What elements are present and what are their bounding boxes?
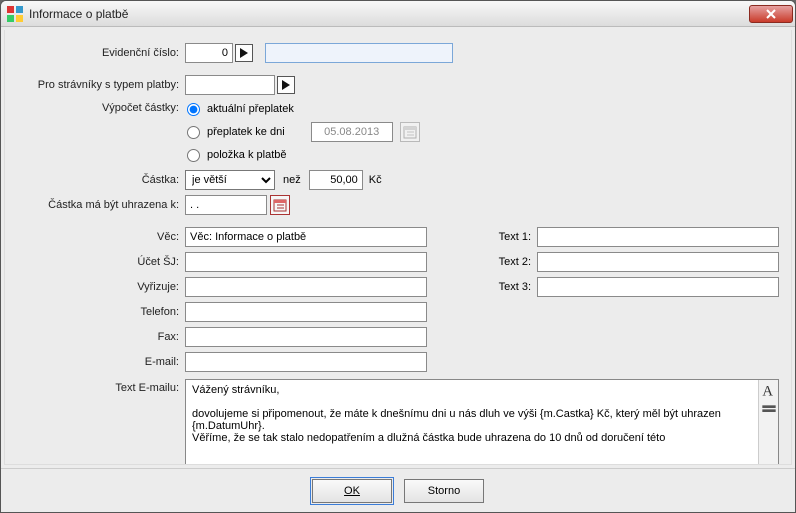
close-icon — [766, 9, 776, 19]
radio-preplatek-ke-dni-input[interactable] — [187, 126, 200, 139]
due-date-picker-button[interactable] — [270, 195, 290, 215]
label-vypocet-castky: Výpočet částky: — [17, 99, 185, 114]
label-telefon: Telefon: — [17, 306, 185, 318]
radio-preplatek-ke-dni[interactable]: přeplatek ke dni — [187, 126, 285, 139]
castka-amount-input[interactable] — [309, 170, 363, 190]
window-title: Informace o platbě — [29, 7, 749, 21]
label-text-emailu: Text E-mailu: — [17, 379, 185, 394]
preplatek-date-input — [311, 122, 393, 142]
dialog-window: Informace o platbě Evidenční číslo: Pro … — [0, 0, 796, 513]
label-vec: Věc: — [17, 231, 185, 243]
fax-input[interactable] — [185, 327, 427, 347]
label-fax: Fax: — [17, 331, 185, 343]
text2-input[interactable] — [537, 252, 779, 272]
radio-aktualni-preplatek-input[interactable] — [187, 103, 200, 116]
cancel-button[interactable]: Storno — [404, 479, 484, 503]
ucet-input[interactable] — [185, 252, 427, 272]
dialog-buttons: OK Storno — [1, 468, 795, 512]
radio-polozka-k-platbe[interactable]: položka k platbě — [187, 145, 420, 165]
radio-polozka-k-platbe-input[interactable] — [187, 149, 200, 162]
email-body-wrap: Vážený strávníku, dovolujeme si připomen… — [185, 379, 779, 465]
telefon-input[interactable] — [185, 302, 427, 322]
app-icon — [7, 6, 23, 22]
typ-platby-input[interactable] — [185, 75, 275, 95]
ok-button[interactable]: OK — [312, 479, 392, 503]
label-evidencni-cislo: Evidenční číslo: — [17, 47, 185, 59]
label-nez: než — [275, 174, 309, 186]
due-date-input[interactable] — [185, 195, 267, 215]
text3-input[interactable] — [537, 277, 779, 297]
vypocet-radio-group: aktuální přeplatek přeplatek ke dni pol — [185, 99, 420, 165]
label-vyrizuje: Vyřizuje: — [17, 281, 185, 293]
label-ucet: Účet ŠJ: — [17, 256, 185, 268]
titlebar: Informace o platbě — [1, 1, 795, 27]
label-castka-uhrazena: Částka má být uhrazena k: — [17, 199, 185, 211]
label-typ-platby: Pro strávníky s typem platby: — [17, 79, 185, 91]
preplatek-date-picker-button — [400, 122, 420, 142]
label-email: E-mail: — [17, 356, 185, 368]
typ-platby-lookup-button[interactable] — [277, 76, 295, 94]
radio-aktualni-preplatek-label: aktuální přeplatek — [207, 103, 294, 115]
vyrizuje-input[interactable] — [185, 277, 427, 297]
evidencni-cislo-display[interactable] — [265, 43, 453, 63]
email-body-textarea[interactable]: Vážený strávníku, dovolujeme si připomen… — [186, 380, 758, 465]
editor-tools: A — [758, 380, 778, 465]
email-input[interactable] — [185, 352, 427, 372]
label-kc: Kč — [363, 174, 382, 186]
editor-expand-button[interactable] — [761, 400, 777, 416]
text1-input[interactable] — [537, 227, 779, 247]
calendar-icon — [273, 198, 287, 212]
evidencni-cislo-input[interactable] — [185, 43, 233, 63]
play-icon — [282, 80, 290, 90]
form-area: Evidenční číslo: Pro strávníky s typem p… — [4, 30, 792, 465]
label-text1: Text 1: — [473, 231, 531, 243]
ok-button-label: OK — [344, 485, 360, 497]
close-button[interactable] — [749, 5, 793, 23]
vec-input[interactable] — [185, 227, 427, 247]
radio-aktualni-preplatek[interactable]: aktuální přeplatek — [187, 99, 420, 119]
radio-polozka-k-platbe-label: položka k platbě — [207, 149, 287, 161]
svg-text:A: A — [762, 383, 773, 398]
label-text3: Text 3: — [473, 281, 531, 293]
castka-comparator-select[interactable]: je větší — [185, 170, 275, 190]
play-icon — [240, 48, 248, 58]
label-text2: Text 2: — [473, 256, 531, 268]
radio-preplatek-ke-dni-label: přeplatek ke dni — [207, 126, 285, 138]
label-castka: Částka: — [17, 174, 185, 186]
editor-font-button[interactable]: A — [761, 382, 777, 398]
calendar-icon — [403, 125, 417, 139]
font-icon: A — [761, 382, 777, 398]
evidencni-cislo-lookup-button[interactable] — [235, 44, 253, 62]
expand-icon — [761, 400, 777, 416]
